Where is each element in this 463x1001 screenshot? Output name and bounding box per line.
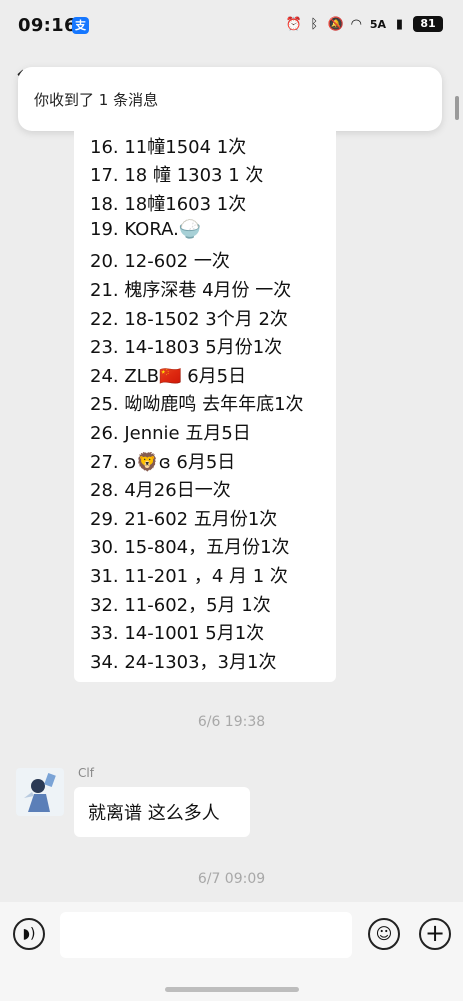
wifi-icon: ◠ — [350, 16, 362, 32]
list-item: 25. 呦呦鹿鸣 去年年底1次 — [90, 394, 304, 415]
alarm-icon: ⏰ — [285, 16, 303, 32]
timestamp: 6/7 09:09 — [197, 871, 266, 887]
avatar-illustration-icon — [16, 768, 64, 816]
list-item: 16. 11幢1504 1次 — [90, 137, 247, 158]
status-time: 09:16 — [18, 15, 77, 36]
list-item: 34. 24-1303，3月1次 — [90, 652, 277, 673]
alipay-icon: 支 — [72, 17, 89, 34]
plus-icon: + — [424, 919, 446, 947]
list-item: 20. 12-602 一次 — [90, 251, 230, 272]
toast-text: 你收到了 1 条消息 — [34, 91, 159, 109]
home-indicator[interactable] — [165, 987, 299, 992]
list-item: 26. Jennie 五月5日 — [90, 423, 251, 444]
more-button[interactable]: + — [419, 918, 451, 950]
timestamp: 6/6 19:38 — [197, 714, 266, 730]
input-bar: ◗) ☺ + — [0, 902, 463, 1001]
scrollbar[interactable] — [455, 96, 459, 120]
list-item: 24. ZLB🇨🇳 6月5日 — [90, 366, 247, 387]
smiley-icon: ☺ — [375, 924, 393, 943]
list-item: 32. 11-602，5月 1次 — [90, 595, 271, 616]
list-item: 23. 14-1803 5月份1次 — [90, 337, 283, 358]
list-item: 27. ʚ🦁ɞ 6月5日 — [90, 452, 236, 473]
list-item: 18. 18幢1603 1次 — [90, 194, 247, 215]
emoji-button[interactable]: ☺ — [368, 918, 400, 950]
voice-wave-icon: ◗) — [22, 926, 36, 942]
list-item: 31. 11-201 ，4 月 1 次 — [90, 566, 288, 587]
message-bubble[interactable]: 就离谱 这么多人 — [74, 787, 250, 837]
avatar[interactable] — [16, 768, 64, 816]
message-bubble-list[interactable]: 16. 11幢1504 1次 17. 18 幢 1303 1 次 18. 18幢… — [74, 118, 336, 682]
message-text: 就离谱 这么多人 — [88, 803, 220, 824]
status-bar: 09:16 支 ⏰ ᛒ 🔕 ◠ 5A ▮ 81 — [0, 0, 463, 54]
mute-bell-icon: 🔕 — [327, 16, 345, 32]
message-input[interactable] — [60, 912, 352, 958]
status-icons: ⏰ ᛒ 🔕 ◠ 5A ▮ 81 — [286, 16, 443, 32]
list-item: 33. 14-1001 5月1次 — [90, 623, 265, 644]
list-item: 19. KORA.🍚 — [90, 219, 202, 240]
sender-name: Clf — [78, 766, 94, 780]
battery-level: 81 — [413, 16, 443, 32]
voice-button[interactable]: ◗) — [13, 918, 45, 950]
bluetooth-icon: ᛒ — [310, 16, 319, 32]
list-item: 28. 4月26日一次 — [90, 480, 231, 501]
list-item: 21. 槐序深巷 4月份 一次 — [90, 280, 292, 301]
list-item: 17. 18 幢 1303 1 次 — [90, 165, 264, 186]
list-item: 29. 21-602 五月份1次 — [90, 509, 278, 530]
list-item: 30. 15-804，五月份1次 — [90, 537, 290, 558]
list-item: 22. 18-1502 3个月 2次 — [90, 309, 288, 330]
signal-label: 5A — [369, 17, 386, 31]
signal-bars-icon: ▮ — [395, 16, 404, 32]
